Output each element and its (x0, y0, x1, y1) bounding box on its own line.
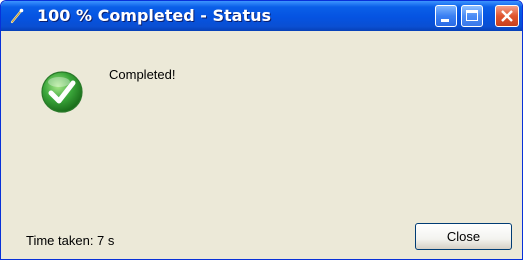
minimize-button[interactable] (435, 5, 457, 27)
title-bar[interactable]: 100 % Completed - Status (1, 1, 522, 31)
time-taken-label: Time taken: 7 s (26, 233, 115, 248)
wand-icon (10, 8, 24, 24)
checkmark-icon (41, 71, 83, 113)
close-icon (501, 10, 513, 22)
close-button[interactable]: Close (415, 223, 512, 250)
close-window-button[interactable] (495, 5, 519, 27)
maximize-icon (466, 10, 478, 21)
maximize-button[interactable] (461, 5, 483, 27)
window-title: 100 % Completed - Status (37, 6, 272, 25)
status-window: 100 % Completed - Status Completed! Time (0, 0, 523, 260)
minimize-icon (441, 19, 449, 22)
status-message: Completed! (109, 67, 176, 82)
